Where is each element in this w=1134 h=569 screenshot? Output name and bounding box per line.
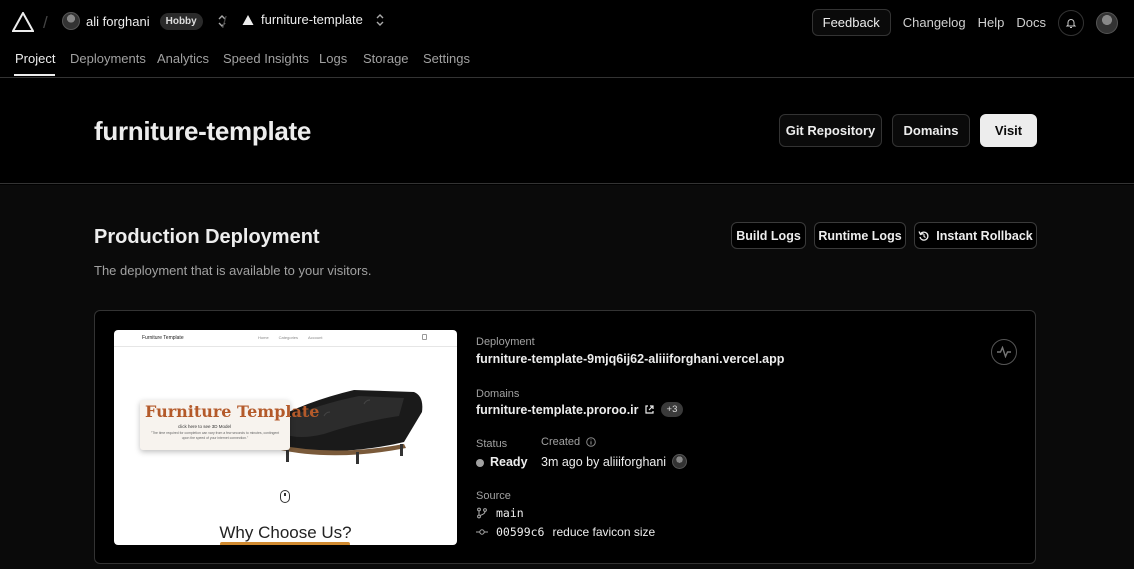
branch-row[interactable]: main (476, 506, 524, 520)
docs-link[interactable]: Docs (1016, 15, 1046, 30)
active-tab-indicator (14, 74, 55, 76)
preview-hero-card: Furniture Template click here to see 3D … (140, 400, 319, 450)
project-name: furniture-template (261, 12, 363, 27)
activity-pulse-icon[interactable] (991, 339, 1017, 365)
visit-button[interactable]: Visit (980, 114, 1037, 147)
external-link-icon[interactable] (644, 404, 655, 415)
rollback-icon (918, 230, 929, 241)
commit-hash: 00599c6 (496, 525, 545, 539)
vercel-logo-icon[interactable] (12, 12, 34, 32)
section-title: Production Deployment (94, 226, 320, 248)
deployment-label: Deployment (476, 336, 535, 348)
plan-badge: Hobby (159, 12, 203, 30)
git-branch-icon (477, 507, 487, 519)
chevron-up-down-icon[interactable] (375, 13, 385, 27)
preview-nav-account: Account (308, 335, 323, 340)
preview-section-heading: Why Choose Us? (219, 523, 352, 542)
preview-nav-home: Home (258, 335, 269, 340)
domains-button[interactable]: Domains (892, 114, 970, 147)
instant-rollback-button[interactable]: Instant Rollback (914, 222, 1037, 249)
preview-navbar: Furniture Template Home Categories Accou… (114, 330, 457, 347)
breadcrumb-separator: / (43, 13, 48, 32)
git-commit-icon (476, 529, 488, 535)
project-tabs: Project Deployments Analytics Speed Insi… (0, 44, 1134, 78)
help-link[interactable]: Help (978, 15, 1005, 30)
team-switcher[interactable]: ali forghani Hobby (62, 12, 227, 30)
build-logs-button[interactable]: Build Logs (731, 222, 806, 249)
production-deployment-section: Production Deployment The deployment tha… (0, 185, 1134, 569)
created-value: 3m ago by aliiiforghani (541, 454, 688, 469)
info-icon[interactable] (586, 437, 596, 447)
deployment-card: Furniture Template Home Categories Accou… (94, 310, 1036, 564)
feedback-button[interactable]: Feedback (811, 9, 891, 36)
scroll-mouse-icon (280, 490, 290, 503)
git-repository-button[interactable]: Git Repository (779, 114, 882, 147)
notifications-bell-icon[interactable] (1058, 9, 1084, 36)
top-actions: Feedback Changelog Help Docs (811, 9, 1118, 36)
runtime-logs-button[interactable]: Runtime Logs (814, 222, 906, 249)
tab-logs[interactable]: Logs (319, 51, 347, 66)
user-avatar (62, 12, 80, 30)
preview-nav-categories: Categories (278, 335, 299, 340)
created-label: Created (541, 436, 596, 448)
preview-bag-icon (422, 334, 427, 340)
preview-brand: Furniture Template (142, 335, 184, 341)
project-header: furniture-template Git Repository Domain… (0, 78, 1134, 184)
tab-project[interactable]: Project (15, 51, 55, 66)
instant-rollback-label: Instant Rollback (936, 228, 1033, 243)
extra-domains-badge[interactable]: +3 (660, 402, 684, 417)
status-dot (476, 458, 484, 467)
tab-settings[interactable]: Settings (423, 51, 470, 66)
creator-avatar (672, 454, 688, 469)
page-title: furniture-template (94, 116, 312, 146)
commit-row[interactable]: 00599c6 reduce favicon size (476, 525, 655, 539)
triangle-project-icon (242, 14, 254, 25)
changelog-link[interactable]: Changelog (903, 15, 966, 30)
preview-heading-underline (220, 542, 350, 545)
user-name: ali forghani (86, 13, 150, 29)
commit-message: reduce favicon size (552, 525, 656, 539)
status-label: Status (476, 438, 508, 450)
preview-nav-links: Home Categories Account (258, 335, 322, 340)
domain-row: furniture-template.proroo.ir +3 (476, 402, 684, 417)
deployment-url-link[interactable]: furniture-template-9mjq6ij62-aliiiforgha… (476, 352, 784, 366)
project-switcher[interactable]: furniture-template (241, 12, 385, 27)
source-label: Source (476, 490, 511, 502)
domains-label: Domains (476, 388, 520, 400)
domain-link[interactable]: furniture-template.proroo.ir (476, 403, 639, 417)
section-subtitle: The deployment that is available to your… (94, 263, 372, 278)
tab-speed-insights[interactable]: Speed Insights (223, 51, 309, 66)
tab-storage[interactable]: Storage (363, 51, 409, 66)
preview-hero-title: Furniture Template (145, 402, 320, 421)
breadcrumb-separator: / (222, 13, 227, 32)
status-value: Ready (476, 455, 528, 469)
preview-hero-note: "The time required for completion can va… (150, 431, 280, 440)
tab-deployments[interactable]: Deployments (70, 51, 146, 66)
top-bar: / ali forghani Hobby / furniture-templat… (0, 0, 1134, 44)
account-avatar[interactable] (1096, 11, 1118, 34)
branch-name: main (496, 506, 524, 520)
tab-analytics[interactable]: Analytics (157, 51, 209, 66)
deployment-preview-thumbnail[interactable]: Furniture Template Home Categories Accou… (114, 330, 457, 545)
preview-hero-cta: click here to see 3D Model (178, 424, 232, 429)
